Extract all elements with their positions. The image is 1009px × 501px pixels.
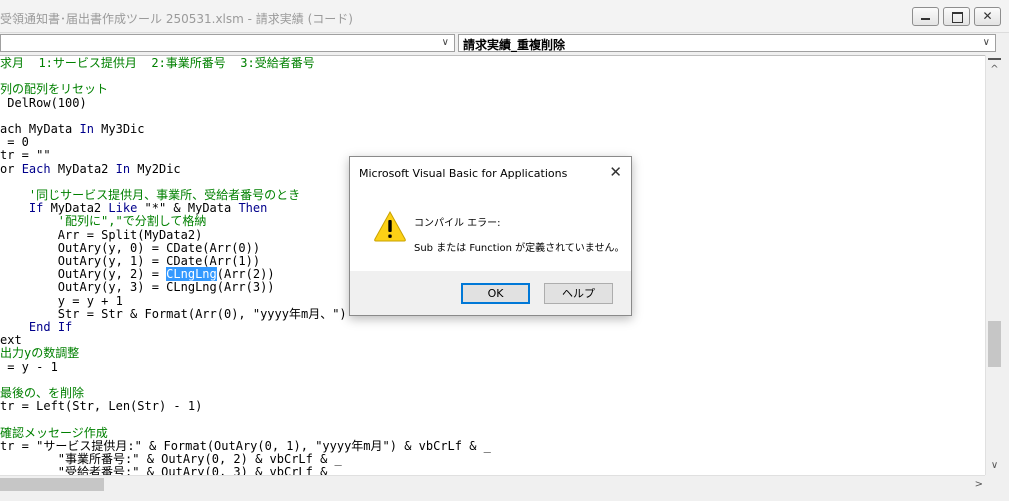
keyword: In — [115, 161, 131, 176]
dialog-message-body: Sub または Function が定義されていません。 — [414, 243, 625, 254]
maximize-button[interactable] — [943, 7, 970, 26]
scroll-right-icon[interactable]: > — [975, 476, 983, 493]
selected-word: CLngLng — [166, 267, 217, 282]
chevron-down-icon[interactable]: ∨ — [983, 35, 990, 51]
code-line: or Each MyData2 In My2Dic — [0, 161, 181, 176]
code-line: tr = "サービス提供月:" & Format(OutAry(0, 1), "… — [0, 438, 491, 453]
object-combo[interactable]: ∨ — [0, 34, 455, 52]
code-line: OutAry(y, 2) = CLngLng(Arr(2)) — [0, 267, 275, 282]
scrollbar-corner — [985, 475, 1009, 501]
code-line: '同じサービス提供月、事業所、受給者番号のとき — [0, 188, 301, 202]
code-line: Str = Str & Format(Arr(0), "yyyy年m月、") — [0, 306, 347, 321]
splitter-handle[interactable] — [988, 58, 1001, 60]
code-line: OutAry(y, 0) = CDate(Arr(0)) — [0, 240, 261, 255]
code-line: tr = Left(Str, Len(Str) - 1) — [0, 399, 203, 414]
vertical-scroll-thumb[interactable] — [988, 321, 1001, 367]
code-line: = y - 1 — [0, 359, 58, 374]
dialog-title: Microsoft Visual Basic for Applications — [359, 167, 568, 180]
ok-button[interactable]: OK — [461, 283, 530, 304]
code-line: "事業所番号:" & OutAry(0, 2) & vbCrLf & _ — [0, 452, 342, 466]
combo-row: ∨ 請求実績_重複削除 ∨ — [0, 33, 1009, 53]
dialog-message-title: コンパイル エラー: — [414, 218, 501, 229]
scroll-down-icon[interactable]: ∨ — [986, 457, 1003, 474]
code-line: ach MyData In My3Dic — [0, 122, 145, 136]
code-line: 確認メッセージ作成 — [0, 425, 108, 440]
code-line: 列の配列をリセット — [0, 82, 109, 97]
code-line: End If — [0, 321, 72, 334]
code-line: tr = "" — [0, 148, 51, 163]
code-line: '配列に","で分割して格納 — [0, 214, 207, 229]
keyword: Then — [238, 201, 268, 216]
help-button[interactable]: ヘルプ — [544, 283, 613, 304]
procedure-combo[interactable]: 請求実績_重複削除 ∨ — [458, 34, 996, 52]
code-line: OutAry(y, 3) = CLngLng(Arr(3)) — [0, 280, 275, 295]
window-bottom-edge — [0, 492, 985, 501]
code-line: OutAry(y, 1) = CDate(Arr(1)) — [0, 254, 261, 268]
procedure-combo-value: 請求実績_重複削除 — [463, 38, 566, 52]
title-bar: 受領通知書･届出書作成ツール 250531.xlsm - 請求実績 (コード) … — [0, 0, 1009, 33]
window-controls: ✕ — [912, 7, 1001, 26]
horizontal-scroll-thumb[interactable] — [0, 478, 104, 491]
chevron-down-icon[interactable]: ∨ — [442, 35, 449, 51]
code-line: DelRow(100) — [0, 95, 87, 110]
keyword: End — [28, 320, 51, 334]
code-line: 求月 1:サービス提供月 2:事業所番号 3:受給者番号 — [0, 56, 315, 70]
minimize-button[interactable] — [912, 7, 939, 26]
code-line: y = y + 1 — [0, 293, 123, 308]
keyword: If — [57, 320, 73, 334]
compile-error-dialog: Microsoft Visual Basic for Applications … — [349, 156, 632, 316]
vertical-scrollbar[interactable]: ^ ∨ — [985, 55, 1002, 475]
horizontal-scrollbar[interactable]: > — [0, 475, 985, 492]
code-line: 出力yの数調整 — [0, 346, 80, 361]
scroll-up-icon[interactable]: ^ — [986, 61, 1003, 78]
code-line: = 0 — [0, 135, 29, 150]
keyword: Each — [21, 161, 51, 176]
keyword: In — [79, 122, 94, 136]
window-title: 受領通知書･届出書作成ツール 250531.xlsm - 請求実績 (コード) — [0, 12, 353, 26]
code-line: Arr = Split(MyData2) — [0, 227, 203, 242]
warning-icon — [374, 210, 406, 242]
close-button[interactable]: ✕ — [974, 7, 1001, 26]
code-line: "受給者番号:" & OutAry(0, 3) & vbCrLf & _ — [0, 465, 342, 475]
dialog-close-icon[interactable]: ✕ — [609, 162, 622, 182]
code-line: 最後の、を削除 — [0, 386, 85, 400]
dialog-footer: OK ヘルプ — [350, 271, 631, 315]
